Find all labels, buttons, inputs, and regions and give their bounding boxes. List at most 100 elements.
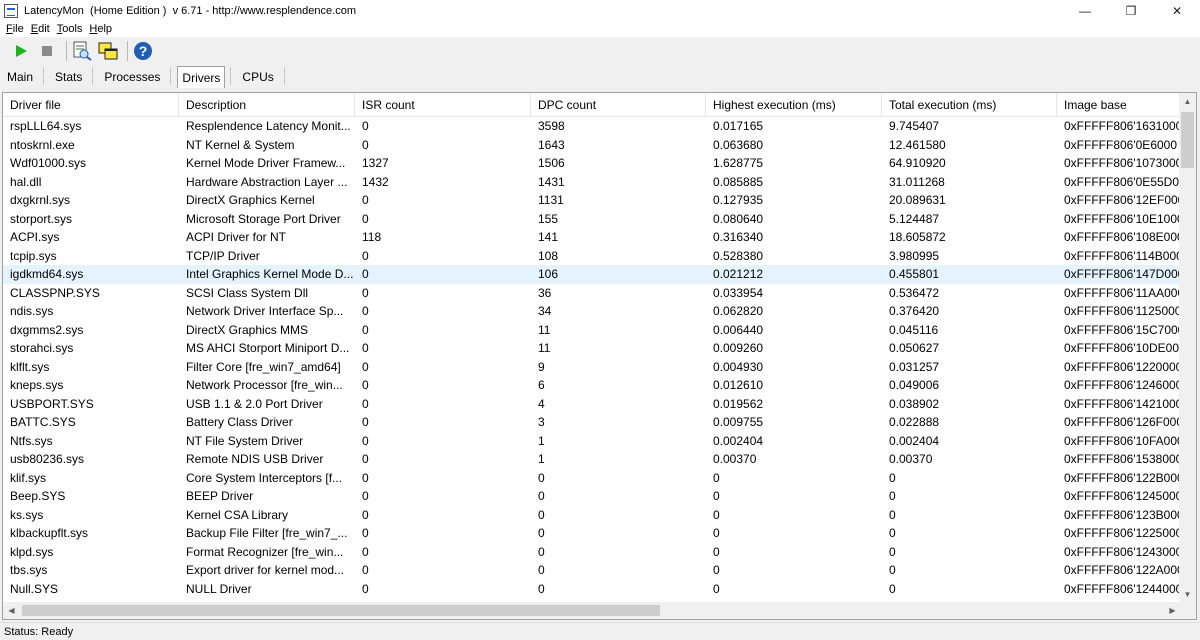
table-row[interactable]: dxgkrnl.sys DirectX Graphics Kernel 0 1131 0… <box>3 191 1187 210</box>
cell-dpc-count: 141 <box>538 230 559 244</box>
cell-image-base: 0xFFFFF806'114B000 <box>1064 248 1183 263</box>
table-row[interactable]: ks.sys Kernel CSA Library 0 0 0 0 0xFFFFF806'1… <box>3 506 1187 525</box>
horizontal-scrollbar[interactable]: ◀ ▶ <box>3 602 1181 619</box>
cell-isr-count: 0 <box>362 378 369 392</box>
column-header-driver-file[interactable]: Driver file <box>3 93 179 117</box>
table-row[interactable]: ndis.sys Network Driver Interface Sp... 0 3… <box>3 302 1187 321</box>
table-row[interactable]: klpd.sys Format Recognizer [fre_win... 0 0 0… <box>3 543 1187 562</box>
menu-file[interactable]: File <box>6 23 24 35</box>
table-row[interactable]: Ntfs.sys NT File System Driver 0 1 0.002404 0… <box>3 432 1187 451</box>
cell-total-execution: 0 <box>889 581 896 596</box>
cell-dpc-count: 1506 <box>538 156 565 170</box>
cell-description: Format Recognizer [fre_win... <box>186 544 344 559</box>
table-row[interactable]: dxgmms2.sys DirectX Graphics MMS 0 11 0.0064… <box>3 321 1187 340</box>
table-row[interactable]: CLASSPNP.SYS SCSI Class System Dll 0 36 0.03… <box>3 284 1187 303</box>
cell-dpc-count: 34 <box>538 304 552 318</box>
report-icon[interactable] <box>71 40 93 62</box>
cell-description: Resplendence Latency Monit... <box>186 119 351 133</box>
cell-image-base: 0xFFFFF806'126F000 <box>1064 415 1184 429</box>
table-row[interactable]: klbackupflt.sys Backup File Filter [fre_w… <box>3 524 1187 543</box>
table-row[interactable]: hal.dll Hardware Abstraction Layer ... 143… <box>3 173 1187 192</box>
cell-highest-execution: 0.00370 <box>713 452 757 466</box>
cell-highest-execution: 0.009260 <box>713 341 764 355</box>
cell-driver-file: BATTC.SYS <box>10 415 76 429</box>
table-row[interactable]: Null.SYS NULL Driver 0 0 0 0 0xFFFFF806'124400… <box>3 580 1187 599</box>
tab-main[interactable]: Main <box>2 66 38 88</box>
cell-total-execution: 20.089631 <box>889 193 946 207</box>
cell-dpc-count: 1131 <box>538 193 564 207</box>
column-header-image-base[interactable]: Image base <box>1057 93 1187 117</box>
horizontal-scroll-thumb[interactable] <box>22 605 660 616</box>
table-row[interactable]: igdkmd64.sys Intel Graphics Kernel Mode D… <box>3 265 1187 284</box>
column-header-description[interactable]: Description <box>179 93 355 117</box>
menu-edit[interactable]: Edit <box>31 23 50 35</box>
cell-total-execution: 0.038902 <box>889 396 940 411</box>
close-button[interactable]: ✕ <box>1154 0 1200 21</box>
scrollbar-corner <box>1179 602 1196 619</box>
scroll-left-arrow-icon[interactable]: ◀ <box>3 602 20 619</box>
stop-icon[interactable] <box>36 40 58 62</box>
cell-image-base: 0xFFFFF806'15C7000 <box>1064 322 1185 337</box>
cell-isr-count: 0 <box>362 359 369 374</box>
table-row[interactable]: tcpip.sys TCP/IP Driver 0 108 0.528380 3.9809… <box>3 247 1187 266</box>
table-row[interactable]: tbs.sys Export driver for kernel mod... 0 0… <box>3 561 1187 580</box>
table-row[interactable]: storahci.sys MS AHCI Storport Miniport D.… <box>3 339 1187 358</box>
cell-isr-count: 0 <box>362 470 369 485</box>
windows-icon[interactable] <box>97 40 119 62</box>
help-icon[interactable]: ? <box>132 40 154 62</box>
cell-image-base: 0xFFFFF806'1220000 <box>1064 359 1183 374</box>
table-row[interactable]: usb80236.sys Remote NDIS USB Driver 0 1 0.00… <box>3 450 1187 469</box>
vertical-scroll-thumb[interactable] <box>1181 112 1194 168</box>
table-row[interactable]: Beep.SYS BEEP Driver 0 0 0 0 0xFFFFF806'124500… <box>3 487 1187 506</box>
cell-total-execution: 0.050627 <box>889 341 940 355</box>
column-header-highest-execution[interactable]: Highest execution (ms) <box>706 93 882 117</box>
cell-image-base: 0xFFFFF806'122A000 <box>1064 563 1184 577</box>
table-row[interactable]: kneps.sys Network Processor [fre_win... 0 6… <box>3 376 1187 395</box>
cell-isr-count: 0 <box>362 489 369 503</box>
cell-description: Battery Class Driver <box>186 415 293 429</box>
table-row[interactable]: BATTC.SYS Battery Class Driver 0 3 0.009755 0… <box>3 413 1187 432</box>
cell-description: NULL Driver <box>186 581 252 596</box>
table-row[interactable]: USBPORT.SYS USB 1.1 & 2.0 Port Driver 0 4 0.… <box>3 395 1187 414</box>
minimize-button[interactable]: — <box>1062 0 1108 21</box>
cell-isr-count: 118 <box>362 230 382 244</box>
tab-processes[interactable]: Processes <box>99 66 165 88</box>
maximize-button[interactable]: ❐ <box>1108 0 1154 21</box>
table-row[interactable]: klflt.sys Filter Core [fre_win7_amd64] 0 9 0… <box>3 358 1187 377</box>
play-icon[interactable] <box>10 40 32 62</box>
scroll-down-arrow-icon[interactable]: ▼ <box>1179 586 1196 603</box>
app-icon <box>4 3 18 18</box>
tab-cpus[interactable]: CPUs <box>237 66 278 88</box>
table-row[interactable]: rspLLL64.sys Resplendence Latency Monit..… <box>3 117 1187 136</box>
cell-image-base: 0xFFFFF806'1631000 <box>1064 119 1183 133</box>
cell-image-base: 0xFFFFF806'122B000 <box>1064 470 1184 485</box>
scroll-up-arrow-icon[interactable]: ▲ <box>1179 93 1196 110</box>
table-row[interactable]: ACPI.sys ACPI Driver for NT 118 141 0.316340… <box>3 228 1187 247</box>
table-row[interactable]: ntoskrnl.exe NT Kernel & System 0 1643 0.063… <box>3 136 1187 155</box>
cell-dpc-count: 4 <box>538 396 545 411</box>
cell-dpc-count: 0 <box>538 526 545 540</box>
table-row[interactable]: klif.sys Core System Interceptors [f... 0 0… <box>3 469 1187 488</box>
cell-dpc-count: 3598 <box>538 119 565 133</box>
table-row[interactable]: Wdf01000.sys Kernel Mode Driver Framew...… <box>3 154 1187 173</box>
tab-drivers[interactable]: Drivers <box>177 66 226 88</box>
cell-isr-count: 0 <box>362 544 369 559</box>
cell-total-execution: 3.980995 <box>889 248 940 263</box>
cell-driver-file: rspLLL64.sys <box>10 119 82 133</box>
cell-highest-execution: 0.006440 <box>713 322 764 337</box>
cell-description: Hardware Abstraction Layer ... <box>186 174 348 189</box>
table-row[interactable]: storport.sys Microsoft Storage Port Drive… <box>3 210 1187 229</box>
tab-divider <box>170 67 172 85</box>
cell-driver-file: klbackupflt.sys <box>10 526 89 540</box>
menu-help[interactable]: Help <box>89 23 112 35</box>
column-header-total-execution[interactable]: Total execution (ms) <box>882 93 1057 117</box>
cell-total-execution: 0 <box>889 470 896 485</box>
column-header-dpc-count[interactable]: DPC count <box>531 93 706 117</box>
tab-stats[interactable]: Stats <box>50 66 87 88</box>
column-header-isr-count[interactable]: ISR count <box>355 93 531 117</box>
cell-image-base: 0xFFFFF806'0E6000 <box>1064 137 1178 152</box>
cell-driver-file: klflt.sys <box>10 359 50 374</box>
vertical-scrollbar[interactable]: ▲ ▼ <box>1179 93 1196 603</box>
cell-highest-execution: 0.528380 <box>713 248 764 263</box>
menu-tools[interactable]: Tools <box>57 23 83 35</box>
